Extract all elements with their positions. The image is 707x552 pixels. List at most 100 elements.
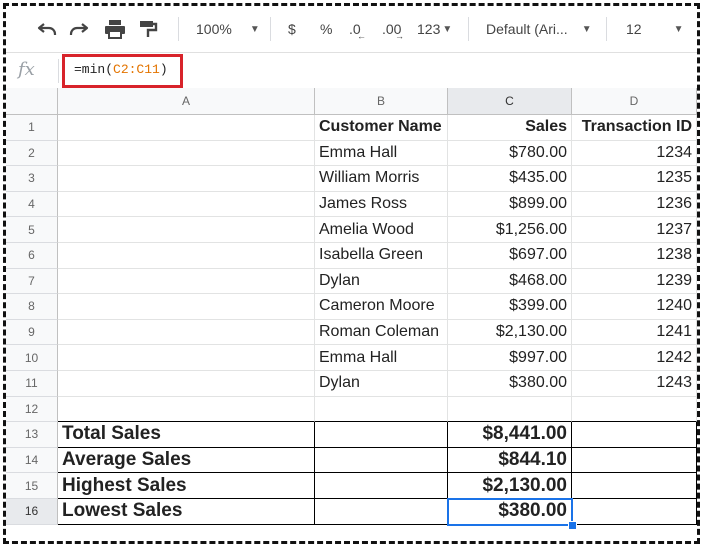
cell-c13[interactable]: $8,441.00 bbox=[448, 422, 572, 448]
row-header-7[interactable]: 7 bbox=[6, 268, 58, 295]
cell-d1[interactable]: Transaction ID bbox=[572, 115, 697, 141]
column-header-d[interactable]: D bbox=[572, 88, 697, 115]
cell-a16[interactable]: Lowest Sales bbox=[58, 499, 315, 525]
row-header-10[interactable]: 10 bbox=[6, 345, 58, 371]
currency-format-button[interactable]: $ bbox=[288, 18, 296, 40]
cell-c6[interactable]: $697.00 bbox=[448, 243, 572, 269]
cell-b10[interactable]: Emma Hall bbox=[315, 345, 448, 371]
cell-c4[interactable]: $899.00 bbox=[448, 191, 572, 218]
cell-a15[interactable]: Highest Sales bbox=[58, 473, 315, 499]
cell-c5[interactable]: $1,256.00 bbox=[448, 217, 572, 243]
cell-b11[interactable]: Dylan bbox=[315, 371, 448, 397]
paint-format-icon[interactable] bbox=[138, 18, 158, 40]
redo-icon[interactable] bbox=[68, 18, 90, 40]
row-header-1[interactable]: 1 bbox=[6, 115, 58, 141]
cell-a6[interactable] bbox=[58, 243, 315, 269]
cell-b9[interactable]: Roman Coleman bbox=[315, 319, 448, 346]
cell-c7[interactable]: $468.00 bbox=[448, 268, 572, 295]
undo-icon[interactable] bbox=[36, 18, 58, 40]
cell-d4[interactable]: 1236 bbox=[572, 191, 697, 218]
cell-a1[interactable] bbox=[58, 115, 315, 141]
font-size-select[interactable]: 12 ▼ bbox=[626, 18, 683, 40]
cell-a14[interactable]: Average Sales bbox=[58, 447, 315, 474]
cell-c12[interactable] bbox=[448, 396, 572, 423]
cell-c8[interactable]: $399.00 bbox=[448, 294, 572, 320]
cell-c9[interactable]: $2,130.00 bbox=[448, 319, 572, 346]
cell-a3[interactable] bbox=[58, 166, 315, 192]
row-header-8[interactable]: 8 bbox=[6, 294, 58, 320]
cell-d5[interactable]: 1237 bbox=[572, 217, 697, 243]
cell-d14[interactable] bbox=[572, 447, 697, 474]
cell-a7[interactable] bbox=[58, 268, 315, 295]
cell-b8[interactable]: Cameron Moore bbox=[315, 294, 448, 320]
cell-b2[interactable]: Emma Hall bbox=[315, 140, 448, 167]
cell-c15[interactable]: $2,130.00 bbox=[448, 473, 572, 499]
cell-b3[interactable]: William Morris bbox=[315, 166, 448, 192]
fill-handle[interactable] bbox=[568, 520, 577, 530]
column-header-b[interactable]: B bbox=[315, 88, 448, 115]
cell-a12[interactable] bbox=[58, 396, 315, 423]
font-family-select[interactable]: Default (Ari... ▼ bbox=[486, 18, 592, 40]
cell-d6[interactable]: 1238 bbox=[572, 243, 697, 269]
cell-b14[interactable] bbox=[315, 447, 448, 474]
row-header-5[interactable]: 5 bbox=[6, 217, 58, 243]
increase-decimal-button[interactable]: .00 → bbox=[382, 18, 404, 41]
column-header-a[interactable]: A bbox=[58, 88, 315, 115]
cell-c10[interactable]: $997.00 bbox=[448, 345, 572, 371]
chevron-down-icon: ▼ bbox=[442, 23, 453, 35]
cell-b4[interactable]: James Ross bbox=[315, 191, 448, 218]
cell-d12[interactable] bbox=[572, 396, 697, 423]
cell-d16[interactable] bbox=[572, 499, 697, 525]
cell-a11[interactable] bbox=[58, 371, 315, 397]
cell-a2[interactable] bbox=[58, 140, 315, 167]
zoom-select[interactable]: 100% ▼ bbox=[196, 18, 260, 40]
cell-b13[interactable] bbox=[315, 422, 448, 448]
cell-d7[interactable]: 1239 bbox=[572, 268, 697, 295]
row-header-12[interactable]: 12 bbox=[6, 396, 58, 423]
decrease-decimal-button[interactable]: .0 ← bbox=[349, 18, 366, 41]
row-header-3[interactable]: 3 bbox=[6, 166, 58, 192]
cell-b1[interactable]: Customer Name bbox=[315, 115, 448, 141]
cell-c1[interactable]: Sales bbox=[448, 115, 572, 141]
cell-d8[interactable]: 1240 bbox=[572, 294, 697, 320]
column-header-c[interactable]: C bbox=[448, 88, 572, 115]
cell-b6[interactable]: Isabella Green bbox=[315, 243, 448, 269]
cell-d10[interactable]: 1242 bbox=[572, 345, 697, 371]
more-formats-button[interactable]: 123 ▼ bbox=[417, 18, 452, 40]
cell-b5[interactable]: Amelia Wood bbox=[315, 217, 448, 243]
cell-c14[interactable]: $844.10 bbox=[448, 447, 572, 474]
cell-a5[interactable] bbox=[58, 217, 315, 243]
formula-input[interactable]: =min(C2:C11) bbox=[74, 62, 168, 77]
cell-d13[interactable] bbox=[572, 422, 697, 448]
row-header-11[interactable]: 11 bbox=[6, 371, 58, 397]
cell-a13[interactable]: Total Sales bbox=[58, 422, 315, 448]
row-header-13[interactable]: 13 bbox=[6, 422, 58, 448]
cell-c16[interactable]: $380.00 bbox=[448, 499, 572, 525]
cell-a9[interactable] bbox=[58, 319, 315, 346]
cell-d11[interactable]: 1243 bbox=[572, 371, 697, 397]
row-header-4[interactable]: 4 bbox=[6, 191, 58, 218]
cell-a4[interactable] bbox=[58, 191, 315, 218]
row-header-15[interactable]: 15 bbox=[6, 473, 58, 499]
row-header-2[interactable]: 2 bbox=[6, 140, 58, 167]
select-all-corner[interactable] bbox=[6, 88, 58, 115]
cell-d3[interactable]: 1235 bbox=[572, 166, 697, 192]
row-header-6[interactable]: 6 bbox=[6, 243, 58, 269]
cell-d2[interactable]: 1234 bbox=[572, 140, 697, 167]
cell-d9[interactable]: 1241 bbox=[572, 319, 697, 346]
cell-c2[interactable]: $780.00 bbox=[448, 140, 572, 167]
percent-format-button[interactable]: % bbox=[320, 18, 332, 40]
cell-a8[interactable] bbox=[58, 294, 315, 320]
cell-b16[interactable] bbox=[315, 499, 448, 525]
cell-b15[interactable] bbox=[315, 473, 448, 499]
row-header-14[interactable]: 14 bbox=[6, 447, 58, 474]
cell-b12[interactable] bbox=[315, 396, 448, 423]
cell-d15[interactable] bbox=[572, 473, 697, 499]
cell-c3[interactable]: $435.00 bbox=[448, 166, 572, 192]
cell-b7[interactable]: Dylan bbox=[315, 268, 448, 295]
cell-a10[interactable] bbox=[58, 345, 315, 371]
cell-c11[interactable]: $380.00 bbox=[448, 371, 572, 397]
row-header-9[interactable]: 9 bbox=[6, 319, 58, 346]
row-header-16[interactable]: 16 bbox=[6, 499, 58, 525]
print-icon[interactable] bbox=[104, 18, 126, 40]
